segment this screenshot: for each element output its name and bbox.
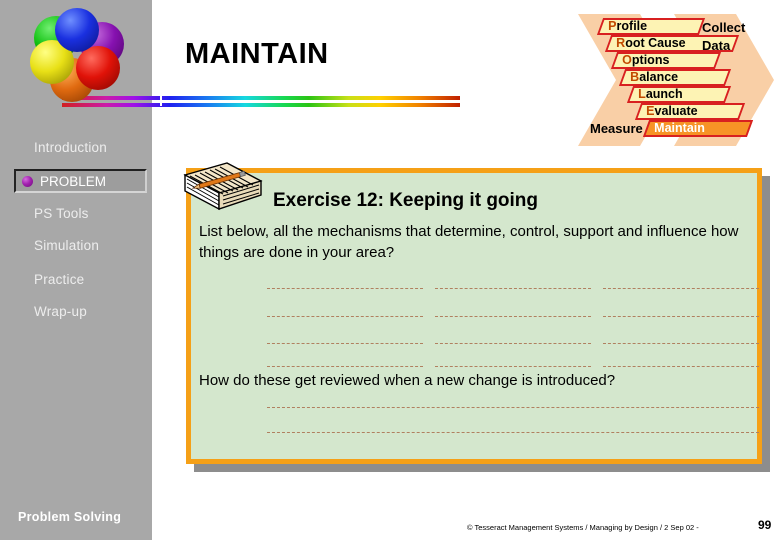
step-initial-letter: R (616, 36, 626, 50)
answer-line[interactable] (435, 316, 591, 317)
page-number: 99 (758, 518, 772, 532)
answer-line[interactable] (435, 343, 591, 344)
step-profile[interactable]: Profile (596, 18, 706, 35)
course-name: Problem Solving (18, 510, 122, 524)
answer-line[interactable] (603, 343, 759, 344)
step-launch[interactable]: Launch (626, 86, 732, 103)
answer-line[interactable] (267, 366, 423, 367)
step-profile-label: Profile (608, 19, 648, 33)
answer-line[interactable] (435, 366, 591, 367)
answer-line-wide[interactable] (267, 407, 759, 408)
exercise-question-1: List below, all the mechanisms that dete… (199, 223, 739, 261)
step-balance-label: Balance (630, 70, 679, 84)
answer-line[interactable] (435, 288, 591, 289)
step-options[interactable]: Options (610, 52, 722, 69)
step-maintain-label: Maintain (654, 121, 705, 135)
step-maintain[interactable]: Maintain (642, 120, 754, 137)
sidebar-item-practice[interactable]: Practice (34, 272, 84, 287)
sidebar-item-problem[interactable]: PROBLEM (14, 169, 147, 193)
sphere-red-icon (76, 46, 120, 90)
sidebar-item-ps-tools[interactable]: PS Tools (34, 206, 89, 221)
answer-line[interactable] (603, 288, 759, 289)
exercise-question-2: How do these get reviewed when a new cha… (199, 372, 616, 389)
answer-line-wide[interactable] (267, 432, 759, 433)
step-initial-letter: O (622, 53, 632, 67)
problem-process-diagram: Profile Root Cause Options Balance Launc… (578, 14, 774, 146)
bullet-icon (22, 176, 33, 187)
notepad-pencil-icon (183, 162, 263, 211)
exercise-title: Exercise 12: Keeping it going (273, 190, 539, 211)
spectrum-rule-top (62, 96, 460, 100)
slide-canvas: Introduction PROBLEM PS Tools Simulation… (0, 0, 780, 540)
sphere-blue-icon (55, 8, 99, 52)
footer-credit: © Tesseract Management Systems / Managin… (467, 523, 699, 532)
sidebar-item-label: PROBLEM (40, 174, 107, 189)
label-measure: Measure (590, 121, 643, 136)
step-initial-letter: M (654, 121, 665, 135)
exercise-panel: Exercise 12: Keeping it going List below… (183, 162, 762, 464)
label-data: Data (702, 38, 731, 53)
step-initial-letter: B (630, 70, 640, 84)
step-launch-label: Launch (638, 87, 683, 101)
sidebar-item-simulation[interactable]: Simulation (34, 238, 99, 253)
page-title: MAINTAIN (185, 38, 329, 70)
step-initial-letter: P (608, 19, 617, 33)
step-initial-letter: E (646, 104, 655, 118)
step-evaluate[interactable]: Evaluate (634, 103, 746, 120)
answer-line[interactable] (603, 366, 759, 367)
step-options-label: Options (622, 53, 670, 67)
step-root-cause-label: Root Cause (616, 36, 686, 50)
step-balance[interactable]: Balance (618, 69, 732, 86)
answer-line[interactable] (603, 316, 759, 317)
sidebar-item-wrap-up[interactable]: Wrap-up (34, 304, 87, 319)
answer-line[interactable] (267, 288, 423, 289)
step-initial-letter: L (638, 87, 646, 101)
rule-tick-mark (160, 94, 162, 106)
answer-line[interactable] (267, 343, 423, 344)
six-sphere-logo (24, 2, 132, 102)
sidebar-item-introduction[interactable]: Introduction (34, 140, 107, 155)
spectrum-rule-bottom (62, 103, 460, 107)
answer-line[interactable] (267, 316, 423, 317)
step-evaluate-label: Evaluate (646, 104, 698, 118)
label-collect: Collect (702, 20, 746, 35)
